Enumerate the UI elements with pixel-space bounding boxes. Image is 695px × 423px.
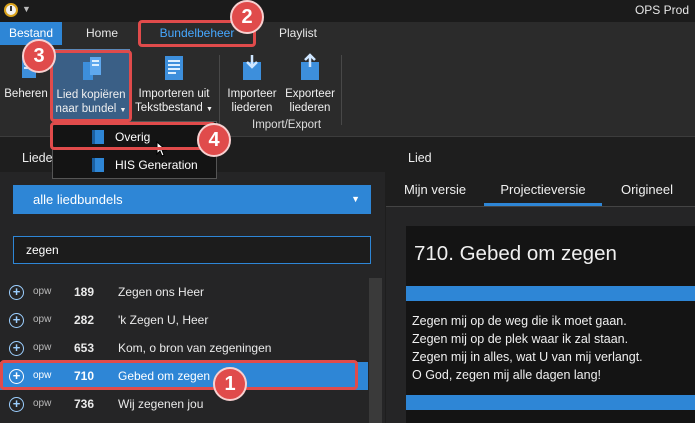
annotation-highlight <box>50 50 132 122</box>
song-list: + opw 189 Zegen ons Heer + opw 282 'k Ze… <box>0 278 368 418</box>
search-input[interactable]: zegen <box>13 236 371 264</box>
import-export-group-label: Import/Export <box>252 119 322 131</box>
preview-bar <box>406 395 695 410</box>
add-icon[interactable]: + <box>9 341 24 356</box>
export-songs-icon <box>301 53 319 80</box>
menu-item-label: HIS Generation <box>115 158 198 172</box>
right-panel-header: Lied <box>408 151 432 165</box>
annotation-badge: 3 <box>22 39 56 73</box>
add-icon[interactable]: + <box>9 285 24 300</box>
importeren-label-1: Importeren uit <box>138 88 210 100</box>
import-songs-icon <box>243 55 261 80</box>
song-title: Wij zegenen jou <box>118 397 204 411</box>
tab-origineel[interactable]: Origineel <box>602 176 692 206</box>
importeer-liederen-button[interactable]: Importeer liederen <box>224 49 280 125</box>
menu-item-his-generation[interactable]: HIS Generation <box>53 152 216 178</box>
list-item[interactable]: + opw 653 Kom, o bron van zegeningen <box>0 334 368 362</box>
add-icon[interactable]: + <box>9 397 24 412</box>
importeer-label-2: liederen <box>231 102 273 114</box>
ribbon-divider <box>341 55 342 125</box>
chevron-down-icon: ▼ <box>351 194 360 204</box>
song-book: opw <box>33 398 52 409</box>
tab-mijn-versie[interactable]: Mijn versie <box>386 176 484 206</box>
title-bar: ▼ OPS Prod <box>0 0 695 22</box>
song-book: opw <box>33 342 52 353</box>
annotation-highlight <box>50 122 216 150</box>
annotation-badge: 1 <box>213 367 247 401</box>
version-tabs: Mijn versie Projectieversie Origineel <box>386 176 695 206</box>
preview-lyrics: Zegen mij op de weg die ik moet gaan. Ze… <box>412 312 643 384</box>
chevron-down-icon[interactable]: ▼ <box>22 4 31 14</box>
list-scrollbar[interactable] <box>369 278 382 423</box>
song-number: 282 <box>74 313 95 327</box>
exporteer-label-2: liederen <box>289 102 331 114</box>
lyric-line: O God, zegen mij alle dagen lang! <box>412 368 602 382</box>
ribbon-tabs: Bestand Home Bundelbeheer Playlist <box>0 22 695 45</box>
book-icon <box>92 158 104 172</box>
beheren-label: Beheren <box>4 88 48 100</box>
song-number: 189 <box>74 285 95 299</box>
app-logo-icon[interactable] <box>4 3 18 17</box>
ribbon-divider <box>219 55 220 125</box>
song-book: opw <box>33 314 52 325</box>
importeer-label-1: Importeer <box>227 88 277 100</box>
tab-projectieversie[interactable]: Projectieversie <box>484 176 602 206</box>
add-icon[interactable]: + <box>9 313 24 328</box>
song-number: 653 <box>74 341 95 355</box>
song-title: 'k Zegen U, Heer <box>118 313 209 327</box>
dropdown-value: alle liedbundels <box>33 192 123 207</box>
tab-playlist[interactable]: Playlist <box>266 22 330 45</box>
lyric-line: Zegen mij op de weg die ik moet gaan. <box>412 314 627 328</box>
text-file-import-icon <box>165 56 183 80</box>
lyric-line: Zegen mij in alles, wat U van mij verlan… <box>412 350 643 364</box>
importeren-tekstbestand-button[interactable]: Importeren uit Tekstbestand ▼ <box>134 49 214 125</box>
song-title: Zegen ons Heer <box>118 285 205 299</box>
annotation-badge: 2 <box>230 0 264 34</box>
list-item[interactable]: + opw 282 'k Zegen U, Heer <box>0 306 368 334</box>
importeren-label-2: Tekstbestand ▼ <box>135 102 213 114</box>
exporteer-liederen-button[interactable]: Exporteer liederen <box>282 49 338 125</box>
tab-home[interactable]: Home <box>72 22 132 45</box>
preview-bar <box>406 286 695 301</box>
song-title: Kom, o bron van zegeningen <box>118 341 272 355</box>
list-item[interactable]: + opw 736 Wij zegenen jou <box>0 390 368 418</box>
annotation-highlight <box>0 360 358 390</box>
lyric-line: Zegen mij op de plek waar ik zal staan. <box>412 332 629 346</box>
preview-title: 710. Gebed om zegen <box>414 242 617 265</box>
annotation-badge: 4 <box>197 123 231 157</box>
list-item[interactable]: + opw 189 Zegen ons Heer <box>0 278 368 306</box>
song-book: opw <box>33 286 52 297</box>
song-number: 736 <box>74 397 95 411</box>
liedbundel-dropdown[interactable]: alle liedbundels ▼ <box>13 185 371 214</box>
window-title: OPS Prod <box>634 3 689 17</box>
exporteer-label-1: Exporteer <box>285 88 335 100</box>
